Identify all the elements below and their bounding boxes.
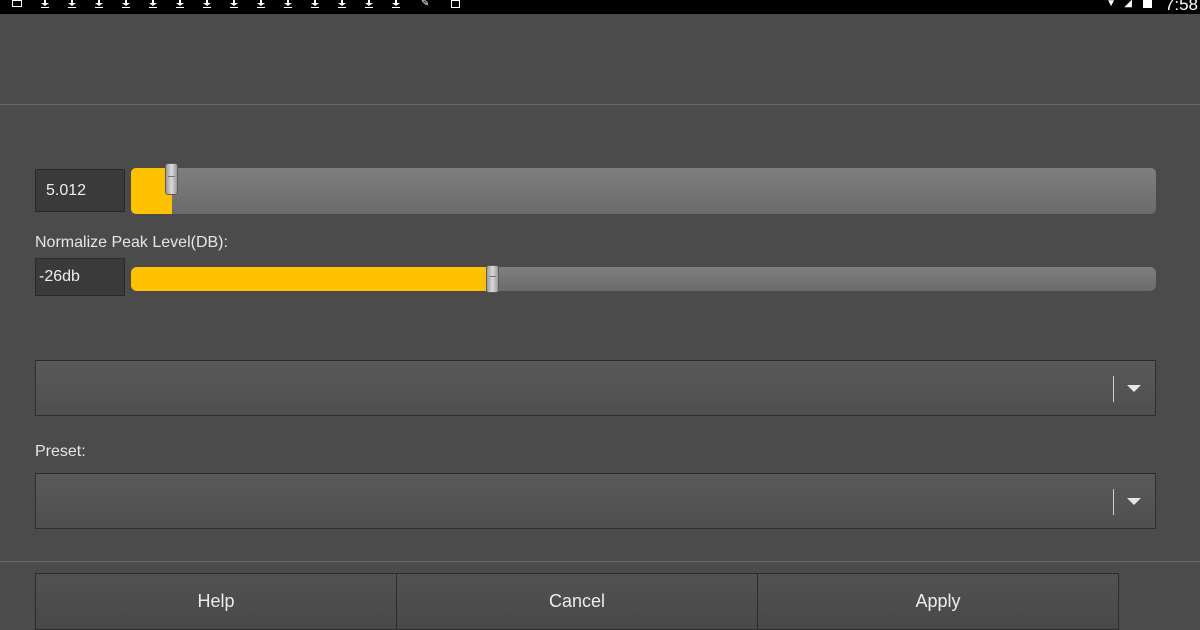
amplify-slider-thumb[interactable] xyxy=(165,163,178,195)
help-button[interactable]: Help xyxy=(35,573,397,630)
preset-dropdown[interactable] xyxy=(35,473,1156,529)
normalize-slider-fill xyxy=(131,267,493,291)
download-icon xyxy=(94,0,104,8)
amplify-value-field[interactable]: 5.012 xyxy=(35,169,125,212)
normalize-slider-thumb[interactable] xyxy=(486,265,499,293)
edit-icon: ✎ xyxy=(421,0,430,9)
dialog-header xyxy=(0,14,1200,105)
download-icon xyxy=(148,0,158,8)
image-icon xyxy=(12,0,22,7)
apply-button[interactable]: Apply xyxy=(757,573,1119,630)
download-icon xyxy=(283,0,293,8)
download-icon xyxy=(67,0,77,8)
footer-divider xyxy=(0,561,1200,562)
signal-icon: ◢ xyxy=(1124,0,1132,9)
download-icon xyxy=(202,0,212,8)
file-icon xyxy=(451,0,460,8)
download-icon xyxy=(40,0,50,8)
normalize-value-field[interactable]: -26db xyxy=(35,258,125,296)
download-icon xyxy=(364,0,374,8)
download-icon xyxy=(391,0,401,8)
battery-icon xyxy=(1143,0,1152,8)
preset-label: Preset: xyxy=(35,443,86,460)
wifi-icon: ▼ xyxy=(1106,0,1116,9)
download-icon xyxy=(121,0,131,8)
chevron-down-icon[interactable] xyxy=(1127,498,1141,505)
status-bar: ✎ ▼ ◢ 7:58 xyxy=(0,0,1200,14)
dropdown-separator xyxy=(1113,489,1114,515)
clock: 7:58 xyxy=(1164,0,1198,14)
amplify-slider[interactable] xyxy=(131,163,1156,214)
download-icon xyxy=(256,0,266,8)
mode-dropdown[interactable] xyxy=(35,360,1156,416)
download-icon xyxy=(175,0,185,8)
chevron-down-icon[interactable] xyxy=(1127,385,1141,392)
download-icon xyxy=(229,0,239,8)
normalize-label: Normalize Peak Level(DB): xyxy=(35,234,228,251)
cancel-button[interactable]: Cancel xyxy=(396,573,758,630)
download-icon xyxy=(337,0,347,8)
normalize-slider[interactable] xyxy=(131,265,1156,293)
dropdown-separator xyxy=(1113,376,1114,402)
download-icon xyxy=(310,0,320,8)
